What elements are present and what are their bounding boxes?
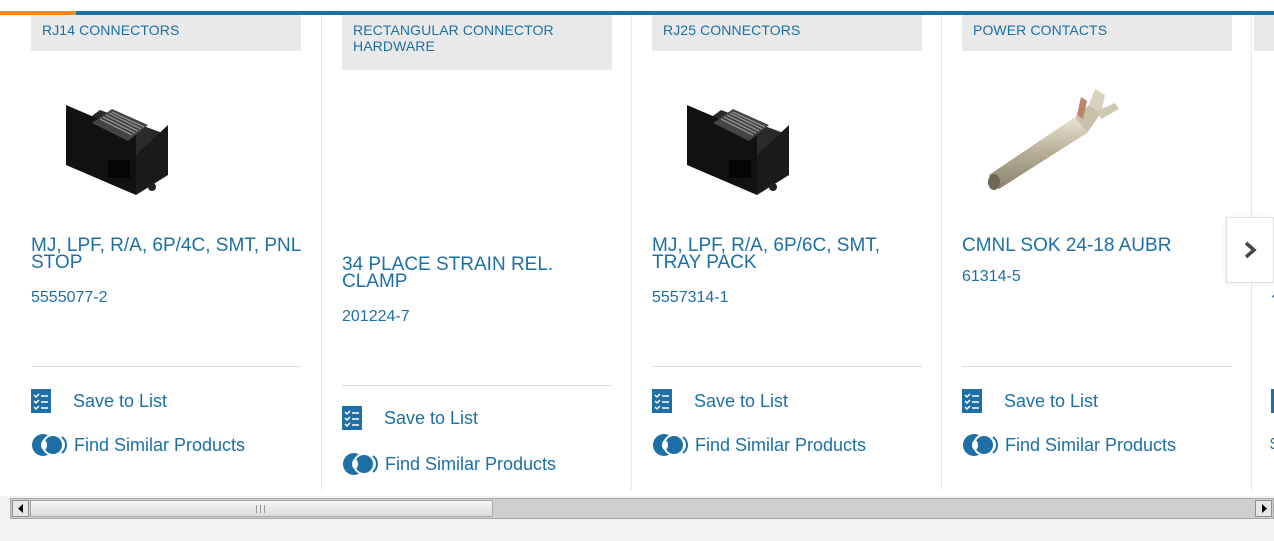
similar-products-icon <box>343 453 378 475</box>
save-to-list-button[interactable]: Save to List <box>962 389 1098 413</box>
arrow-right-icon <box>1261 504 1267 513</box>
divider <box>342 385 612 386</box>
find-similar-label: Find Similar Products <box>385 454 557 474</box>
product-title[interactable]: MJ, LPF, R/A, 6P/6C, SMT, TRAY PACK <box>652 236 922 272</box>
find-similar-label: Find Similar Products <box>74 435 246 455</box>
product-category[interactable]: POWER CONTACTS <box>962 15 1232 51</box>
product-category[interactable]: RJ14 CONNECTORS <box>31 15 301 51</box>
find-similar-button[interactable]: Find Similar Products <box>31 432 245 458</box>
chevron-right-icon <box>1244 241 1257 259</box>
scroll-right-button[interactable] <box>1255 500 1272 517</box>
product-title[interactable]: 34 PLACE STRAIN REL. CLAMP <box>342 255 612 291</box>
similar-products-icon <box>653 434 688 456</box>
checklist-icon <box>962 389 982 413</box>
similar-products-icon <box>32 434 67 456</box>
scrollbar-grip <box>256 505 265 513</box>
save-to-list-button[interactable]: Save to List <box>342 406 478 430</box>
similar-products-icon <box>963 434 998 456</box>
product-title[interactable]: CMNL SOK 24-18 AUBR <box>962 236 1232 255</box>
part-number[interactable]: 5557314-1 <box>652 289 729 307</box>
find-similar-label: Find Similar Products <box>695 435 867 455</box>
product-title[interactable]: MJ, LPF, R/A, 6P/4C, SMT, PNL STOP <box>31 236 301 272</box>
product-category <box>1254 15 1274 51</box>
save-to-list-label: Save to List <box>1004 391 1099 411</box>
rj-jack-image[interactable] <box>56 75 196 205</box>
rj-jack-image[interactable] <box>677 75 817 205</box>
carousel-next-button[interactable] <box>1226 217 1274 283</box>
page: RJ14 CONNECTORS MJ, LPF, R/A, 6P/4C, SMT… <box>0 0 1274 541</box>
product-carousel: RJ14 CONNECTORS MJ, LPF, R/A, 6P/4C, SMT… <box>0 0 1274 496</box>
card-divider <box>631 15 632 490</box>
find-similar-label: $ <box>1270 436 1274 454</box>
checklist-icon <box>342 406 362 430</box>
card-divider <box>321 15 322 490</box>
part-number[interactable]: 5555077-2 <box>31 289 108 307</box>
part-number[interactable]: 61314-5 <box>962 268 1021 286</box>
scrollbar-thumb[interactable] <box>30 500 493 517</box>
divider <box>652 366 922 367</box>
save-to-list-button[interactable]: Save to List <box>652 389 788 413</box>
horizontal-scrollbar[interactable] <box>10 498 1274 519</box>
save-to-list-button[interactable]: Save to List <box>31 389 167 413</box>
checklist-icon <box>31 389 51 413</box>
contact-pin-image[interactable] <box>977 75 1137 205</box>
divider <box>962 366 1232 367</box>
card-divider <box>941 15 942 490</box>
arrow-left-icon <box>17 504 23 513</box>
find-similar-button[interactable]: Find Similar Products <box>652 432 866 458</box>
find-similar-button[interactable]: Find Similar Products <box>342 451 556 477</box>
save-to-list-label: Save to List <box>384 408 479 428</box>
find-similar-label: Find Similar Products <box>1005 435 1177 455</box>
save-to-list-label: Save to List <box>694 391 789 411</box>
checklist-icon <box>652 389 672 413</box>
save-to-list-label: Save to List <box>73 391 168 411</box>
scroll-left-button[interactable] <box>12 500 29 517</box>
divider <box>31 366 301 367</box>
product-category[interactable]: RECTANGULAR CONNECTOR HARDWARE <box>342 15 612 70</box>
product-category[interactable]: RJ25 CONNECTORS <box>652 15 922 51</box>
part-number[interactable]: 201224-7 <box>342 308 410 326</box>
find-similar-button[interactable]: Find Similar Products <box>962 432 1176 458</box>
